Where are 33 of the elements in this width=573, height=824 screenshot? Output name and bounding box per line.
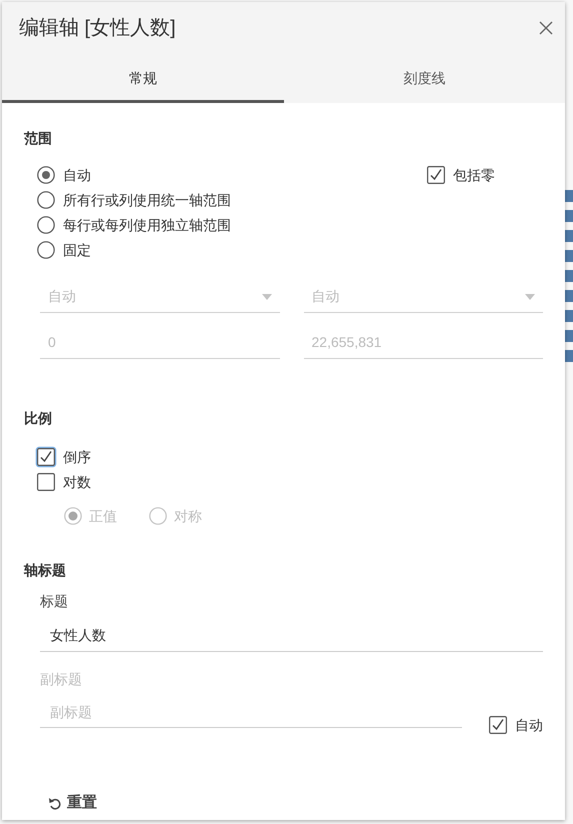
radio-label: 自动 bbox=[63, 166, 91, 184]
field-label: 副标题 bbox=[40, 670, 83, 689]
radio-button[interactable] bbox=[37, 166, 55, 184]
radio-label: 每行或每列使用独立轴范围 bbox=[63, 216, 231, 234]
dropdown-value: 自动 bbox=[48, 287, 76, 306]
checkbox[interactable] bbox=[37, 448, 55, 466]
radio-label: 对称 bbox=[174, 506, 202, 526]
dropdown-value: 自动 bbox=[312, 287, 340, 306]
close-icon[interactable] bbox=[539, 21, 553, 35]
caret-icon bbox=[525, 294, 535, 300]
section-heading: 比例 bbox=[24, 409, 53, 428]
checkbox[interactable] bbox=[37, 473, 55, 491]
radio-button[interactable] bbox=[37, 191, 55, 209]
radio-button[interactable] bbox=[37, 216, 55, 234]
checkbox-label: 包括零 bbox=[453, 166, 495, 184]
caret-icon bbox=[262, 294, 272, 300]
radio-label: 正值 bbox=[89, 506, 117, 526]
tab[interactable]: 刻度线 bbox=[284, 54, 565, 103]
tab[interactable]: 常规 bbox=[2, 54, 284, 103]
radio-label: 所有行或列使用统一轴范围 bbox=[63, 190, 231, 210]
checkbox-label: 自动 bbox=[515, 716, 543, 734]
checkbox-label: 倒序 bbox=[63, 448, 91, 466]
section-heading: 轴标题 bbox=[24, 561, 67, 580]
field-label: 标题 bbox=[40, 592, 69, 611]
reset-button[interactable]: 重置 bbox=[48, 792, 97, 814]
checkbox[interactable] bbox=[489, 716, 507, 734]
section-heading: 范围 bbox=[24, 129, 53, 148]
undo-icon bbox=[48, 796, 61, 810]
radio-button[interactable] bbox=[37, 241, 55, 259]
dialog-title: 编辑轴 [女性人数] bbox=[19, 16, 176, 41]
checkbox[interactable] bbox=[427, 166, 445, 184]
checkbox-label: 对数 bbox=[63, 472, 91, 492]
radio-label: 固定 bbox=[63, 240, 91, 260]
